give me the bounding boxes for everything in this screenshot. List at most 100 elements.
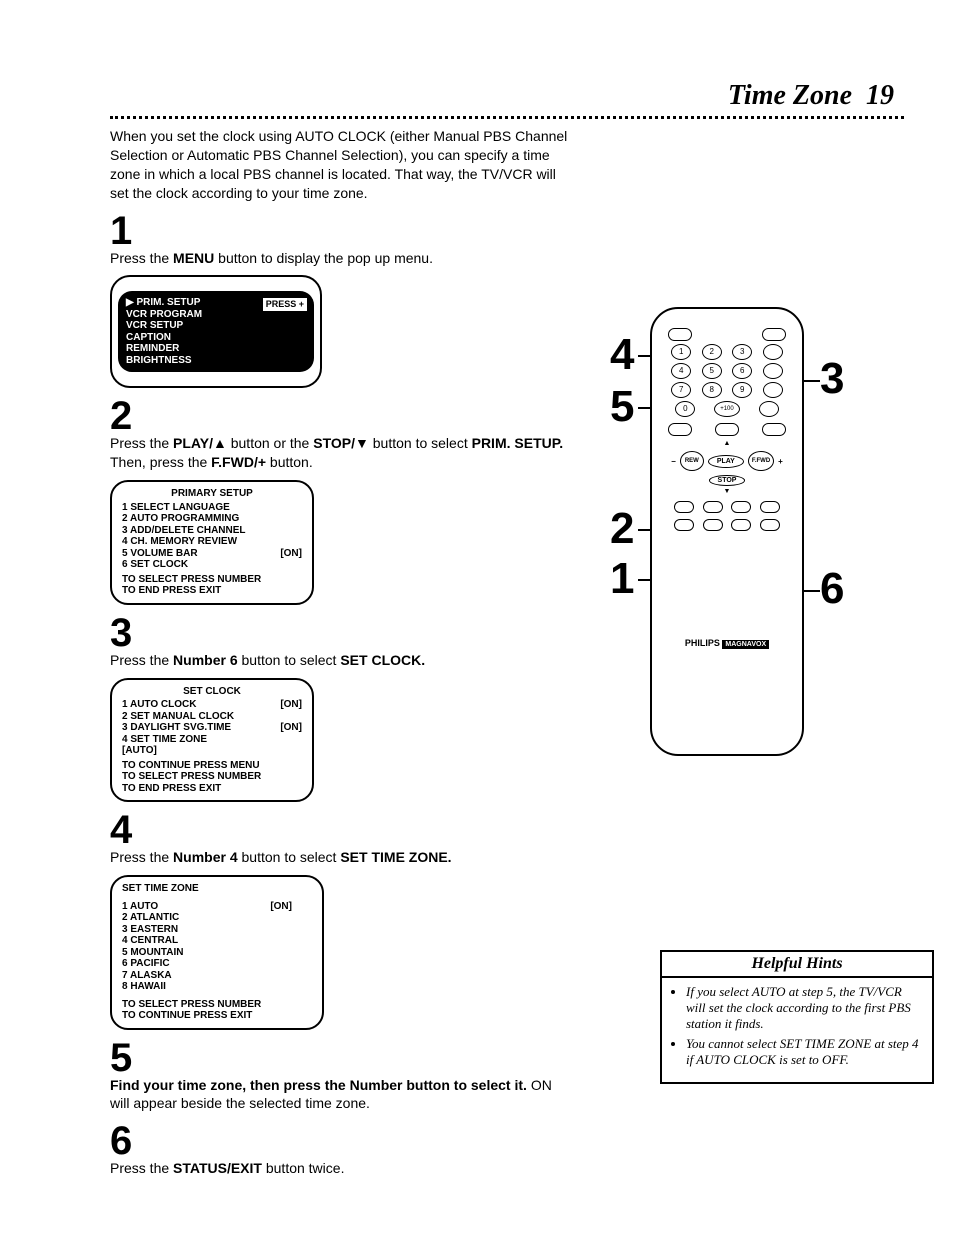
s4i0t: 1 AUTO <box>122 901 158 912</box>
callout-3: 3 <box>820 357 844 401</box>
s2b2: STOP/▼ <box>313 435 369 451</box>
s2-i1: 2 AUTO PROGRAMMING <box>122 513 302 525</box>
step-6-text: Press the STATUS/EXIT button twice. <box>110 1159 570 1178</box>
s2b1: PLAY/▲ <box>173 435 227 451</box>
step-6-number: 6 <box>110 1123 580 1159</box>
step-1-text: Press the MENU button to display the pop… <box>110 249 570 268</box>
screen4-title: SET TIME ZONE <box>122 883 312 895</box>
page-number: 19 <box>866 80 894 111</box>
num-2: 2 <box>702 344 722 360</box>
callout-5: 5 <box>610 385 634 429</box>
s2-f0: TO SELECT PRESS NUMBER <box>122 574 302 586</box>
s3-on2: [ON] <box>280 722 302 734</box>
s4-i6: 7 ALASKA <box>122 970 312 982</box>
num-6: 6 <box>732 363 752 379</box>
remote-pill <box>715 423 739 436</box>
step-3-number: 3 <box>110 615 580 651</box>
s4-f0: TO SELECT PRESS NUMBER <box>122 999 312 1011</box>
s2-i2: 3 ADD/DELETE CHANNEL <box>122 525 302 537</box>
menu-button <box>674 519 694 531</box>
step-2-number: 2 <box>110 398 580 434</box>
remote-small-btn <box>760 519 780 531</box>
num-3: 3 <box>732 344 752 360</box>
s5a: Find your time zone, then press the Numb… <box>110 1077 527 1093</box>
hints-title: Helpful Hints <box>662 952 932 978</box>
screen-2: PRIMARY SETUP 1 SELECT LANGUAGE 2 AUTO P… <box>110 480 314 605</box>
screen3-title: SET CLOCK <box>122 686 302 698</box>
screen1-item-5: BRIGHTNESS <box>126 355 306 367</box>
step-1-b: button to display the pop up menu. <box>214 250 433 266</box>
s4-i3: 4 CENTRAL <box>122 935 312 947</box>
s3-i0: 1 AUTO CLOCK[ON] <box>122 699 302 711</box>
s2-i3: 4 CH. MEMORY REVIEW <box>122 536 302 548</box>
step-3-text: Press the Number 6 button to select SET … <box>110 651 570 670</box>
num-100: +100 <box>714 401 740 417</box>
s2-i5: 6 SET CLOCK <box>122 559 302 571</box>
s4a: Press the <box>110 849 173 865</box>
s2a: Press the <box>110 435 173 451</box>
remote-pill <box>762 423 786 436</box>
power-button <box>668 328 692 341</box>
remote-pill <box>668 423 692 436</box>
s4-i7: 8 HAWAII <box>122 981 312 993</box>
s3a: Press the <box>110 652 173 668</box>
remote-small-btn <box>703 501 723 513</box>
hint-1: You cannot select SET TIME ZONE at step … <box>686 1036 922 1068</box>
s2i4t: 5 VOLUME BAR <box>122 548 198 559</box>
s3-f0: TO CONTINUE PRESS MENU <box>122 760 302 772</box>
step-5-text: Find your time zone, then press the Numb… <box>110 1076 570 1114</box>
press-plus-box: PRESS + <box>262 297 308 311</box>
step-1-menu: MENU <box>173 250 214 266</box>
cursor-icon: ▶ <box>126 297 134 308</box>
sleep-button <box>762 328 786 341</box>
step-2-text: Press the PLAY/▲ button or the STOP/▼ bu… <box>110 434 570 472</box>
s6b: button twice. <box>262 1160 345 1176</box>
callout-1: 1 <box>610 557 634 601</box>
up-arrow-icon: ▲ <box>662 440 792 447</box>
s6b1: STATUS/EXIT <box>173 1160 262 1176</box>
ffwd-button: F.FWD <box>748 451 774 471</box>
brand-philips: PHILIPS <box>685 638 720 648</box>
s2-on: [ON] <box>280 548 302 560</box>
num-7: 7 <box>671 382 691 398</box>
s2b4: F.FWD/+ <box>211 454 266 470</box>
s2c: button to select <box>369 435 472 451</box>
hint-0: If you select AUTO at step 5, the TV/VCR… <box>686 984 922 1032</box>
callout-6: 6 <box>820 567 844 611</box>
stop-button: STOP <box>709 475 746 486</box>
play-button: PLAY <box>708 455 744 468</box>
minus-icon: − <box>671 457 676 466</box>
s3-on0: [ON] <box>280 699 302 711</box>
remote-small <box>763 382 783 398</box>
remote-small <box>759 401 779 417</box>
s3b1: Number 6 <box>173 652 238 668</box>
status-exit-button <box>703 519 723 531</box>
remote-small <box>763 363 783 379</box>
s3-f1: TO SELECT PRESS NUMBER <box>122 771 302 783</box>
divider-dots <box>110 116 904 119</box>
remote-small <box>763 344 783 360</box>
page-title: Time Zone 19 <box>110 80 904 112</box>
s3i2t: 3 DAYLIGHT SVG.TIME <box>122 722 231 733</box>
s2d: Then, press the <box>110 454 211 470</box>
s4-i4: 5 MOUNTAIN <box>122 947 312 959</box>
s3-i4: [AUTO] <box>122 745 302 757</box>
num-5: 5 <box>702 363 722 379</box>
step-4-text: Press the Number 4 button to select SET … <box>110 848 570 867</box>
num-9: 9 <box>732 382 752 398</box>
s4b2: SET TIME ZONE. <box>340 849 451 865</box>
screen-3: SET CLOCK 1 AUTO CLOCK[ON] 2 SET MANUAL … <box>110 678 314 803</box>
rew-button: REW <box>680 451 704 471</box>
title-text: Time Zone <box>728 80 852 111</box>
s4-i1: 2 ATLANTIC <box>122 912 312 924</box>
s3-f2: TO END PRESS EXIT <box>122 783 302 795</box>
s4-i0: 1 AUTO[ON] <box>122 901 312 913</box>
remote-diagram: 4 5 2 1 3 6 <box>650 307 804 756</box>
s3-i2: 3 DAYLIGHT SVG.TIME [ON] <box>122 722 302 734</box>
num-0: 0 <box>675 401 695 417</box>
remote-small-btn <box>731 501 751 513</box>
screen2-title: PRIMARY SETUP <box>122 488 302 500</box>
remote-small-btn <box>674 501 694 513</box>
s2b3: PRIM. SETUP. <box>472 435 564 451</box>
s4-i5: 6 PACIFIC <box>122 958 312 970</box>
